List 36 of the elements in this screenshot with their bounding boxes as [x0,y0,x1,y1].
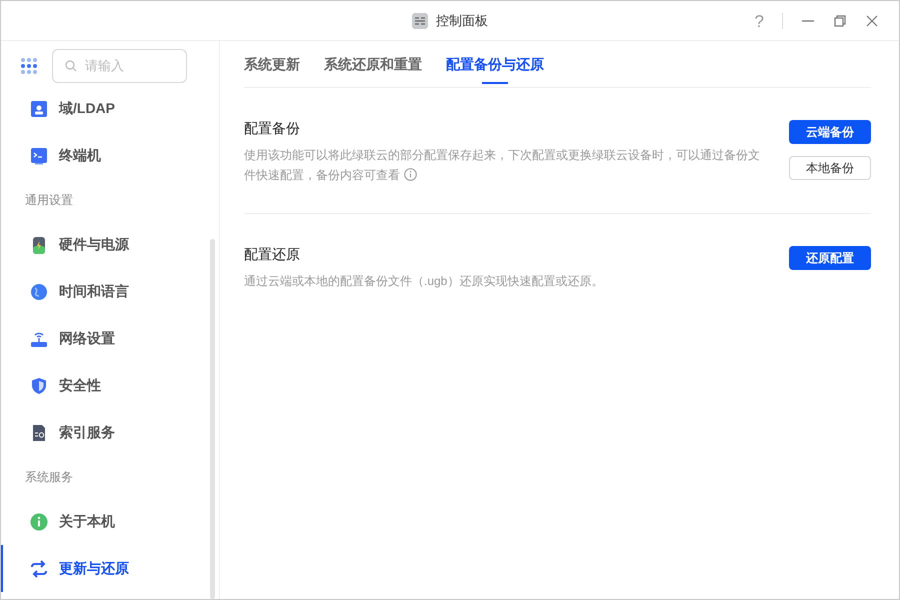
search-icon [65,60,77,72]
window-title: 控制面板 [436,12,488,30]
sidebar-item[interactable]: 域/LDAP [1,85,219,132]
restore-icon[interactable] [833,14,847,28]
search-field[interactable]: 请输入 [52,49,187,83]
globe-icon [29,282,49,302]
sidebar-item[interactable]: 安全性 [1,362,219,409]
sidebar-item[interactable]: 关于本机 [1,498,219,545]
sidebar-item[interactable]: 终端机 [1,132,219,179]
info-icon[interactable] [404,168,417,181]
primary-button[interactable]: 云端备份 [789,120,871,144]
terminal-icon [29,146,49,166]
sidebar-item[interactable]: 索引服务 [1,409,219,456]
primary-button[interactable]: 还原配置 [789,246,871,270]
shield-icon [29,376,49,396]
tab[interactable]: 配置备份与还原 [446,41,544,87]
sidebar-item[interactable]: 硬件与电源 [1,221,219,268]
section-title: 配置备份 [244,119,301,138]
id-card-icon [29,98,49,118]
section-description: 通过云端或本地的配置备份文件（.ugb）还原实现快速配置或还原。 [244,273,604,290]
control-panel-icon [412,12,428,28]
section-heading: 通用设置 [25,192,73,209]
close-icon[interactable] [865,14,879,28]
sidebar-item[interactable]: 时间和语言 [1,268,219,315]
search-input[interactable]: 请输入 [85,56,165,76]
scrollbar[interactable] [210,239,215,599]
section-title: 配置还原 [244,245,301,264]
sidebar-item[interactable]: 网络设置 [1,315,219,362]
app-grid-icon[interactable] [20,57,38,75]
section-description: 使用该功能可以将此绿联云的部分配置保存起来，下次配置或更换绿联云设备时，可以通过备份文件快速配置，备份内容可查看 [244,147,761,184]
section-heading: 系统服务 [25,469,73,486]
sync-icon [29,558,49,578]
tab[interactable]: 系统更新 [244,41,300,87]
tab[interactable]: 系统还原和重置 [324,41,422,87]
secondary-button[interactable]: 本地备份 [789,156,871,180]
info-icon [29,512,49,532]
